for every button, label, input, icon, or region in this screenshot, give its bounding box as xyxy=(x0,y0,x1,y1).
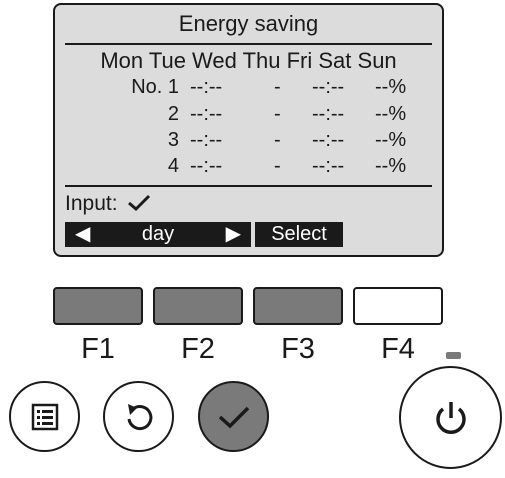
confirm-button[interactable] xyxy=(198,381,269,452)
softkey-select[interactable]: Select xyxy=(255,222,343,247)
schedule-row[interactable]: No. 1 --:-- - --:-- --% xyxy=(55,75,442,99)
left-arrow-icon[interactable]: ◀ xyxy=(75,222,90,247)
return-button[interactable] xyxy=(103,381,174,452)
check-icon xyxy=(218,406,249,428)
schedule-row[interactable]: 2 --:-- - --:-- --% xyxy=(55,102,442,126)
menu-button[interactable] xyxy=(9,381,80,452)
saving-percent: --% xyxy=(375,155,407,177)
power-button[interactable] xyxy=(399,366,502,469)
softkey-day[interactable]: ◀ day ▶ xyxy=(65,222,251,247)
f4-button[interactable] xyxy=(353,287,443,325)
menu-icon xyxy=(31,403,58,430)
start-time: --:-- xyxy=(190,155,223,177)
end-time: --:-- xyxy=(312,76,345,98)
time-separator: - xyxy=(274,129,281,151)
f2-label: F2 xyxy=(181,333,215,365)
end-time: --:-- xyxy=(312,103,345,125)
end-time: --:-- xyxy=(312,129,345,151)
row-label: 3 xyxy=(167,129,179,151)
saving-percent: --% xyxy=(375,76,407,98)
f3-button[interactable] xyxy=(253,287,343,325)
softkey-day-label: day xyxy=(141,223,175,245)
f1-label: F1 xyxy=(81,333,115,365)
time-separator: - xyxy=(274,155,281,177)
row-label: 4 xyxy=(167,155,179,177)
input-label: Input: xyxy=(65,192,118,215)
time-separator: - xyxy=(274,76,281,98)
row-label: No. 1 xyxy=(131,76,179,98)
saving-percent: --% xyxy=(375,103,407,125)
right-arrow-icon[interactable]: ▶ xyxy=(226,222,241,247)
f4-label: F4 xyxy=(381,333,415,365)
f2-button[interactable] xyxy=(153,287,243,325)
power-indicator-led xyxy=(446,352,461,359)
lcd-screen: Energy saving Mon Tue Wed Thu Fri Sat Su… xyxy=(53,3,444,257)
screen-title: Energy saving xyxy=(178,11,319,36)
saving-percent: --% xyxy=(375,129,407,151)
return-icon xyxy=(127,403,152,430)
start-time: --:-- xyxy=(190,129,223,151)
row-label: 2 xyxy=(167,103,179,125)
start-time: --:-- xyxy=(190,103,223,125)
end-time: --:-- xyxy=(312,155,345,177)
start-time: --:-- xyxy=(190,76,223,98)
input-status: Input: xyxy=(65,192,151,216)
weekday-header: Mon Tue Wed Thu Fri Sat Sun xyxy=(100,48,397,73)
footer-divider xyxy=(65,185,432,187)
f1-button[interactable] xyxy=(53,287,143,325)
schedule-row[interactable]: 4 --:-- - --:-- --% xyxy=(55,154,442,178)
title-divider xyxy=(65,43,432,45)
softkey-bar: ◀ day ▶ Select xyxy=(65,222,343,247)
power-icon xyxy=(435,401,466,434)
f3-label: F3 xyxy=(281,333,315,365)
time-separator: - xyxy=(274,103,281,125)
check-icon xyxy=(128,194,151,212)
schedule-row[interactable]: 3 --:-- - --:-- --% xyxy=(55,128,442,152)
